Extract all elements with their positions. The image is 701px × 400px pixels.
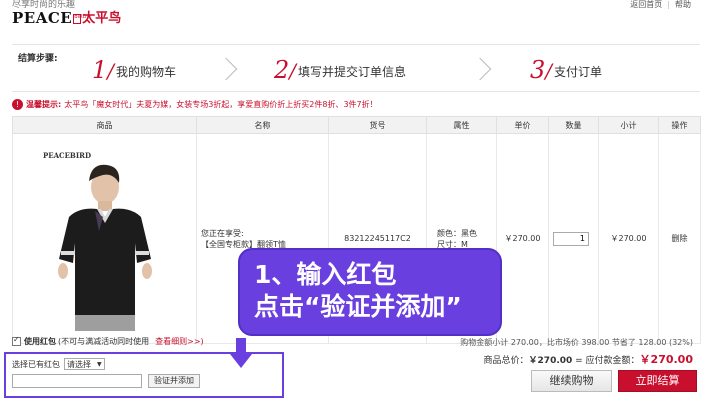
unit-price: ￥270.00 (496, 133, 549, 344)
checkout-button[interactable]: 立即结算 (618, 370, 697, 392)
coupon-code-input[interactable] (12, 374, 142, 388)
step-slash: / (545, 59, 553, 83)
promo-tip: ! 温馨提示: 太平鸟「魔女时代」夫夏为媒，女装专场3折起，享爱直购价折上折买2… (12, 96, 378, 112)
pay-label: = 应付款金额： (572, 356, 640, 366)
tip-label: 温馨提示: (26, 99, 62, 109)
coupon-row: 使用红包 (不可与满减活动同时使用 查看细则>>) (12, 335, 204, 347)
verify-add-button[interactable]: 验证并添加 (148, 374, 200, 388)
callout-line-1: 1、输入红包 (254, 260, 397, 289)
col-header-attr: 属性 (426, 116, 497, 134)
product-photo-icon (58, 164, 152, 331)
product-image-brand: PEACEBIRD (43, 150, 92, 160)
step-slash: / (107, 59, 115, 83)
step-arrow-icon (468, 57, 492, 81)
subtotal: ￥270.00 (598, 133, 659, 344)
coupon-select-value: 请选择 (67, 359, 91, 369)
coupon-rules-link[interactable]: 查看细则>>) (155, 336, 204, 347)
checkout-steps: 结算步骤: 1/ 我的购物车 2/ 填写并提交订单信息 3/ 支付订单 (12, 44, 700, 92)
help-link[interactable]: 帮助 (675, 0, 691, 9)
step-arrow-icon (214, 57, 238, 81)
product-image-cell: PEACEBIRD (12, 133, 197, 344)
col-header-op: 操作 (658, 116, 701, 134)
logo-english: PEACE (12, 9, 73, 27)
site-logo[interactable]: PEACE BIRD 太平鸟 (12, 9, 121, 27)
step-slash: / (289, 59, 297, 83)
alert-icon: ! (12, 98, 23, 110)
step-number: 3 (530, 56, 546, 84)
col-header-product: 商品 (12, 116, 197, 134)
coupon-title: 使用红包 (24, 337, 56, 346)
logo-seal: BIRD (73, 14, 86, 24)
total-value: ￥270.00 (528, 356, 573, 366)
qty-cell (548, 133, 599, 344)
step-label: 支付订单 (554, 65, 603, 79)
link-separator: | (667, 0, 670, 9)
coupon-select-row: 选择已有红包 请选择 ▼ (12, 358, 105, 370)
top-links: 返回首页 | 帮助 (630, 0, 691, 10)
coupon-select-label: 选择已有红包 (12, 359, 60, 369)
callout-line-2: 点击“验证并添加” (254, 292, 462, 321)
col-header-qty: 数量 (548, 116, 599, 134)
coupon-note: (不可与满减活动同时使用 (58, 337, 150, 346)
step-number: 2 (274, 56, 290, 84)
step-label: 填写并提交订单信息 (298, 65, 407, 79)
pay-value: ￥270.00 (639, 353, 693, 366)
quantity-input[interactable] (553, 231, 589, 246)
tip-text: 太平鸟「魔女时代」夫夏为媒，女装专场3折起，享爱直购价折上折买2件8折、3件7折… (64, 99, 378, 109)
product-image[interactable]: PEACEBIRD (39, 146, 169, 331)
logo-chinese: 太平鸟 (82, 11, 122, 26)
step-2: 2/ 填写并提交订单信息 (274, 57, 406, 83)
col-header-price: 单价 (496, 116, 549, 134)
savings-summary: 购物金额小计 270.00，比市场价 398.00 节省了 128.00 (32… (460, 338, 693, 347)
coupon-box: 选择已有红包 请选择 ▼ 验证并添加 (4, 352, 284, 398)
home-link[interactable]: 返回首页 (630, 0, 662, 9)
step-number: 1 (92, 56, 108, 84)
delete-link[interactable]: 删除 (658, 133, 701, 344)
tutorial-callout: 1、输入红包 点击“验证并添加” (238, 248, 502, 336)
step-3: 3/ 支付订单 (530, 57, 602, 83)
coupon-select[interactable]: 请选择 ▼ (64, 358, 105, 370)
step-1: 1/ 我的购物车 (92, 57, 176, 83)
col-header-name: 名称 (196, 116, 329, 134)
table-header-row: 商品 名称 货号 属性 单价 数量 小计 操作 (12, 116, 701, 134)
steps-label: 结算步骤: (18, 54, 58, 64)
col-header-subtotal: 小计 (598, 116, 659, 134)
step-label: 我的购物车 (116, 65, 177, 79)
continue-shopping-button[interactable]: 继续购物 (531, 370, 612, 392)
col-header-sku: 货号 (328, 116, 427, 134)
chevron-down-icon: ▼ (97, 360, 102, 368)
total-label: 商品总价： (483, 356, 529, 366)
total-summary: 商品总价：￥270.00 = 应付款金额：￥270.00 (484, 351, 693, 367)
attr-color: 颜色：黑色 (437, 228, 477, 238)
promo-notice: 您正在享受: (201, 228, 244, 238)
use-coupon-checkbox[interactable] (12, 335, 21, 346)
